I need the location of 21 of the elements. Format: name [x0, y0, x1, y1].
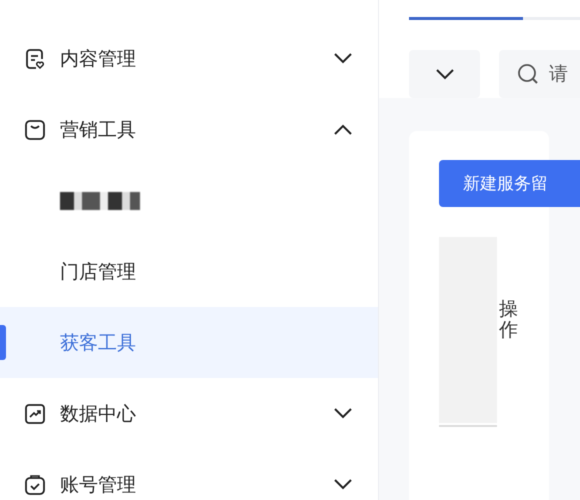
menu-item[interactable]: 营销工具 — [0, 94, 378, 165]
new-button[interactable]: 新建服务留 — [439, 160, 580, 207]
chevron-down-icon — [334, 408, 352, 419]
submenu-item[interactable]: 获客工具 — [0, 307, 378, 378]
chevron-up-icon — [334, 124, 352, 135]
tab[interactable] — [409, 17, 523, 20]
document-heart-icon — [24, 48, 46, 70]
chevron-down-icon — [334, 479, 352, 490]
menu-item[interactable]: 内容管理 — [0, 23, 378, 94]
menu-item[interactable]: 数据中心 — [0, 378, 378, 449]
column-header: 操作 — [498, 297, 518, 343]
submenu-item[interactable]: 门店管理 — [0, 236, 378, 307]
bag-icon — [24, 118, 46, 140]
chevron-down-icon — [436, 68, 454, 80]
dropdown[interactable] — [409, 50, 480, 98]
trend-chart-icon — [24, 402, 46, 424]
clipboard-check-icon — [24, 474, 46, 496]
search-icon — [517, 63, 539, 85]
menu-item[interactable]: 账号管理 — [0, 449, 378, 500]
search-field[interactable]: 请 — [499, 50, 580, 98]
chevron-down-icon — [334, 53, 352, 64]
